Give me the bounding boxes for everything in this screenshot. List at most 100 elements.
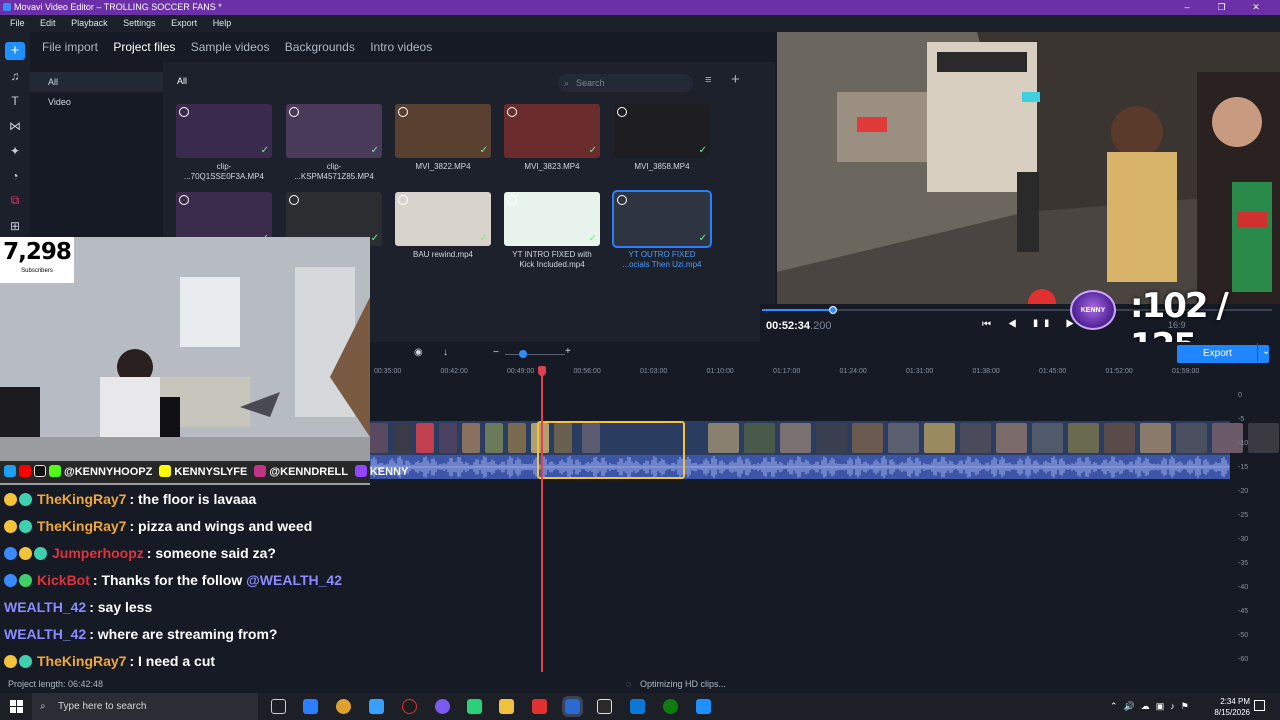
copilot-icon[interactable]	[303, 699, 318, 714]
video-clip-thumbnail[interactable]	[462, 423, 480, 453]
titles-icon[interactable]: T	[0, 88, 30, 113]
obs-icon[interactable]	[402, 699, 417, 714]
transitions-icon[interactable]: ⋈	[0, 113, 30, 138]
social-handle-2: KENNYSLYFE	[174, 466, 248, 478]
filters-icon[interactable]: ✦	[0, 138, 30, 163]
clock-icon[interactable]: ◔	[0, 163, 30, 188]
zoom-in-button[interactable]: +	[565, 346, 571, 357]
tab-file-import[interactable]: File import	[42, 32, 98, 62]
media-label: BAU rewind.mp4	[412, 250, 474, 259]
media-thumbnail[interactable]: ✓	[395, 104, 491, 158]
video-clip-thumbnail[interactable]	[485, 423, 503, 453]
tab-intro-videos[interactable]: Intro videos	[370, 32, 432, 62]
category-all[interactable]: All	[30, 72, 163, 92]
menu-edit[interactable]: Edit	[40, 18, 56, 28]
video-clip-thumbnail[interactable]	[370, 423, 388, 453]
voiceover-icon[interactable]: ↓	[443, 347, 448, 358]
outlook-icon[interactable]	[630, 699, 645, 714]
video-app-icon[interactable]	[532, 699, 547, 714]
system-tray-icons[interactable]: ⌃🔊☁▣♪⚑	[1110, 701, 1195, 712]
menu-playback[interactable]: Playback	[71, 18, 108, 28]
taskbar-clock[interactable]: 2:34 PM 8/15/2026	[1214, 696, 1250, 718]
video-clip-thumbnail[interactable]	[744, 423, 775, 453]
media-thumbnail[interactable]: ✓	[286, 104, 382, 158]
tab-project-files[interactable]: Project files	[113, 32, 175, 62]
clip-status-icon	[289, 107, 299, 117]
export-button[interactable]: Export ⌄	[1177, 343, 1270, 363]
search-input[interactable]: ⌕ Search	[558, 74, 693, 92]
video-track[interactable]	[370, 421, 1279, 455]
zoom-out-button[interactable]: −	[493, 347, 499, 358]
video-clip-thumbnail[interactable]	[708, 423, 739, 453]
zoom-slider[interactable]	[505, 354, 565, 355]
media-thumbnail[interactable]: ✓	[614, 104, 710, 158]
tab-sample-videos[interactable]: Sample videos	[191, 32, 270, 62]
video-clip-thumbnail[interactable]	[780, 423, 811, 453]
selected-clip[interactable]	[537, 421, 685, 479]
clip-status-icon	[289, 195, 299, 205]
sort-icon[interactable]: ≡	[705, 74, 711, 86]
playhead[interactable]	[541, 366, 543, 672]
store-icon[interactable]	[369, 699, 384, 714]
bluetooth-icon[interactable]	[696, 699, 711, 714]
tab-backgrounds[interactable]: Backgrounds	[285, 32, 355, 62]
time-ruler[interactable]: 00:35:00 00:42:00 00:49:00 00:56:00 01:03:00…	[370, 366, 1230, 382]
chat-badge-icon	[4, 574, 17, 587]
playhead-handle[interactable]	[538, 366, 546, 376]
media-thumbnail[interactable]: ✓	[504, 192, 600, 246]
discord-icon[interactable]	[435, 699, 450, 714]
stickers-icon[interactable]: ⧉	[0, 188, 30, 213]
video-clip-thumbnail[interactable]	[1176, 423, 1207, 453]
video-clip-thumbnail[interactable]	[439, 423, 457, 453]
seek-handle[interactable]	[829, 306, 838, 314]
media-thumbnail[interactable]: ✓	[395, 192, 491, 246]
video-clip-thumbnail[interactable]	[1140, 423, 1171, 453]
video-clip-thumbnail[interactable]	[852, 423, 883, 453]
notifications-icon[interactable]	[1254, 700, 1265, 711]
video-clip-thumbnail[interactable]	[1104, 423, 1135, 453]
ruler-tick-label: 01:45:00	[1039, 368, 1067, 375]
audio-track[interactable]	[369, 455, 1230, 479]
movavi-icon[interactable]	[562, 696, 583, 717]
xbox-icon[interactable]	[663, 699, 678, 714]
more-tools-icon[interactable]: ⊞	[0, 213, 30, 238]
video-clip-thumbnail[interactable]	[1068, 423, 1099, 453]
menu-settings[interactable]: Settings	[123, 18, 156, 28]
social-handle-1: @KENNYHOOPZ	[64, 466, 153, 478]
minimize-button[interactable]: –	[1171, 0, 1203, 15]
export-dropdown-icon[interactable]: ⌄	[1257, 343, 1270, 361]
chrome-icon[interactable]	[336, 699, 351, 714]
video-clip-thumbnail[interactable]	[996, 423, 1027, 453]
video-clip-thumbnail[interactable]	[960, 423, 991, 453]
start-button[interactable]	[10, 700, 23, 713]
capcut-icon[interactable]	[597, 699, 612, 714]
video-clip-thumbnail[interactable]	[1032, 423, 1063, 453]
media-thumbnail[interactable]: ✓	[612, 190, 712, 248]
chat-message: WEALTH_42: say less	[4, 599, 152, 615]
record-icon[interactable]: ◉	[414, 347, 423, 358]
menu-help[interactable]: Help	[213, 18, 232, 28]
video-clip-thumbnail[interactable]	[888, 423, 919, 453]
close-button[interactable]: ✕	[1240, 0, 1272, 15]
add-folder-icon[interactable]: +	[731, 71, 740, 88]
task-view-icon[interactable]	[271, 699, 286, 714]
media-thumbnail[interactable]: ✓	[504, 104, 600, 158]
category-video[interactable]: Video	[30, 92, 163, 112]
file-explorer-icon[interactable]	[499, 699, 514, 714]
taskbar-search[interactable]: ⌕ Type here to search	[32, 693, 258, 720]
video-clip-thumbnail[interactable]	[393, 423, 411, 453]
import-button[interactable]: +	[0, 38, 30, 63]
music-icon[interactable]: ♫	[0, 63, 30, 88]
video-clip-thumbnail[interactable]	[416, 423, 434, 453]
video-clip-thumbnail[interactable]	[924, 423, 955, 453]
zoom-handle[interactable]	[519, 350, 527, 358]
meter-scale-label: -60	[1238, 656, 1249, 663]
restore-button[interactable]: ❐	[1205, 0, 1237, 15]
video-clip-thumbnail[interactable]	[816, 423, 847, 453]
app-icon[interactable]	[467, 699, 482, 714]
media-thumbnail[interactable]: ✓	[176, 104, 272, 158]
menu-file[interactable]: File	[10, 18, 25, 28]
video-preview[interactable]	[777, 32, 1280, 304]
menu-export[interactable]: Export	[171, 18, 197, 28]
video-clip-thumbnail[interactable]	[508, 423, 526, 453]
